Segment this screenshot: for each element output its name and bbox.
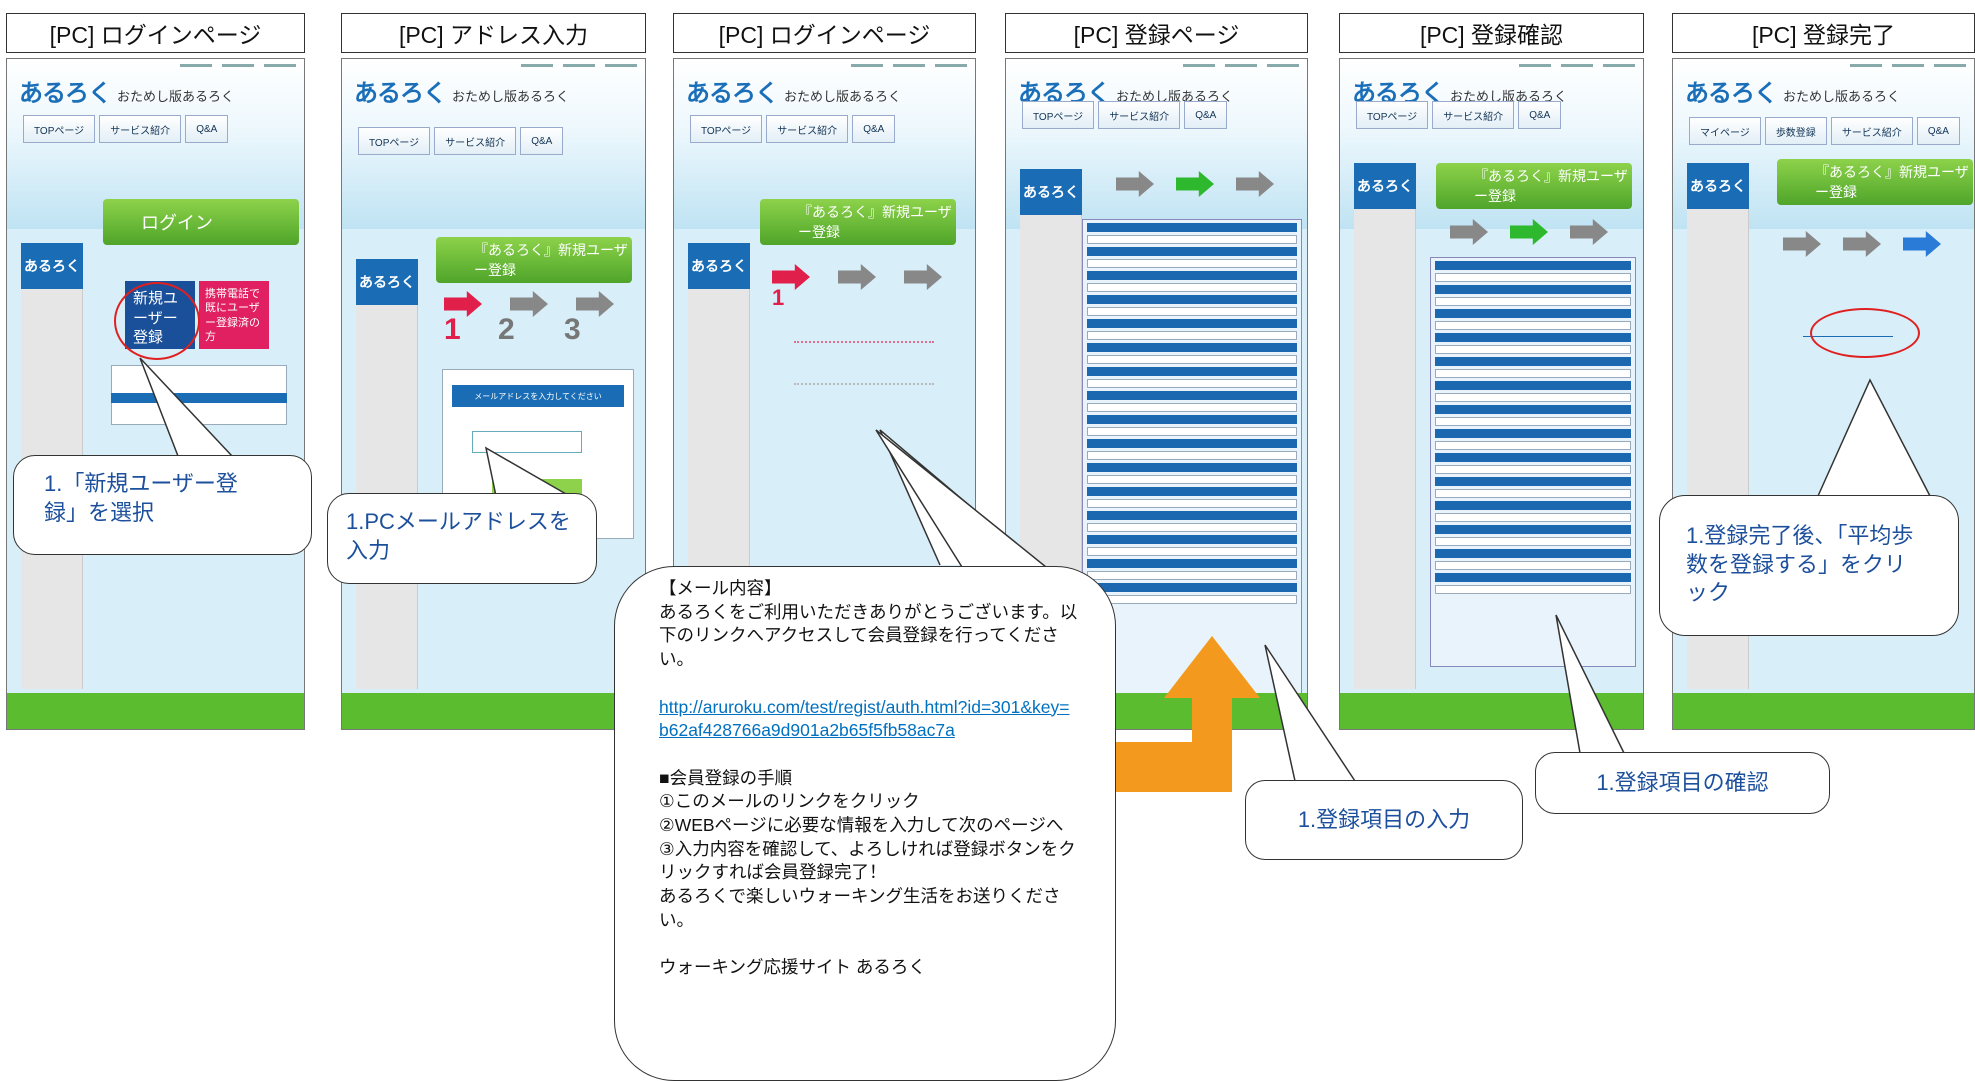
mail-tail-shape (875, 429, 1049, 568)
mail-step-3: ③入力内容を確認して、よろしければ登録ボタンをクリックすれば会員登録完了！ (659, 838, 1076, 883)
mail-body: あるろくをご利用いただきありがとうございます。以下のリンクへアクセスして会員登録… (659, 601, 1078, 669)
mail-steps-heading: ■会員登録の手順 (659, 767, 793, 788)
mail-step-2: ②WEBページに必要な情報を入力して次のページへ (659, 815, 1064, 835)
mail-signature: ウォーキング応援サイト あるろく (659, 957, 926, 978)
mail-closing: あるろくで楽しいウォーキング生活をお送りください。 (659, 885, 1061, 930)
mail-content: 【メール内容】 あるろくをご利用いただきありがとうございます。以下のリンクへアク… (659, 577, 1079, 980)
mail-link[interactable]: http://aruroku.com/test/regist/auth.html… (659, 696, 1079, 743)
mail-step-1: ①このメールのリンクをクリック (659, 791, 920, 812)
mail-heading: 【メール内容】 (659, 578, 782, 598)
